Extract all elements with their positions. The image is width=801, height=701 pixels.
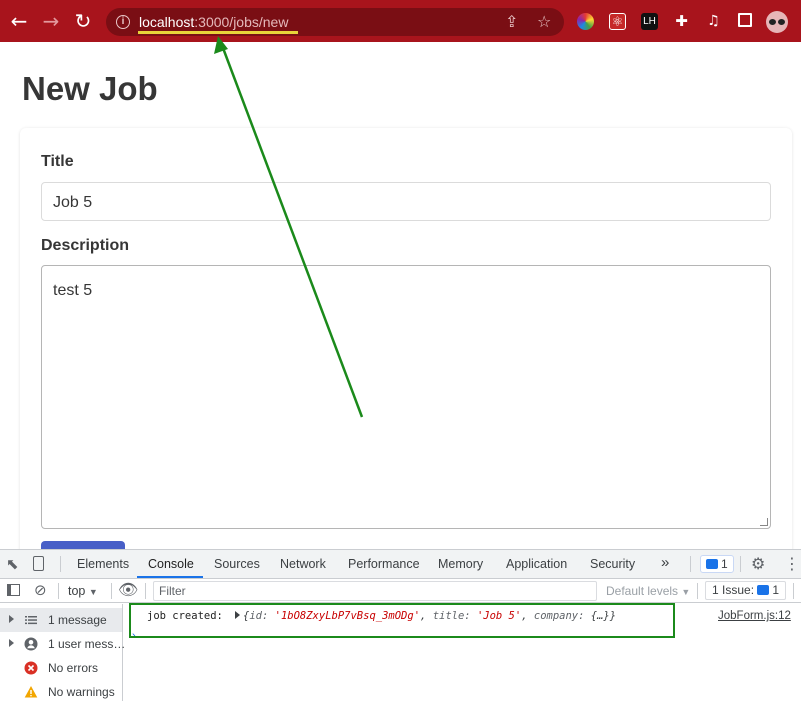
log-levels-dropdown[interactable]: Default levels ▼ — [606, 584, 690, 598]
console-highlight-annotation — [129, 603, 675, 638]
expand-arrow-icon[interactable] — [9, 615, 14, 623]
tab-elements[interactable]: Elements — [77, 557, 129, 571]
console-sidebar: 1 message 1 user mess… No errors No warn… — [0, 604, 126, 701]
profile-avatar[interactable] — [766, 11, 788, 33]
site-info-icon[interactable]: i — [116, 15, 130, 29]
inspect-element-icon[interactable]: ⬉ — [6, 555, 19, 573]
back-arrow-icon[interactable]: ← — [8, 10, 30, 32]
url-host: localhost — [139, 14, 195, 30]
sidebar-item-label: 1 user mess… — [48, 637, 126, 651]
sidebar-item-user-messages[interactable]: 1 user mess… — [0, 632, 126, 656]
divider — [145, 583, 146, 599]
dropdown-arrow-icon: ▼ — [88, 587, 98, 597]
sidebar-item-label: No warnings — [48, 685, 115, 699]
issues-count: 1 — [772, 583, 780, 597]
divider — [60, 556, 61, 572]
color-extension-icon[interactable] — [577, 13, 594, 30]
sidebar-item-label: No errors — [48, 661, 99, 675]
sidebar-item-label: 1 message — [48, 613, 107, 627]
resize-handle-icon[interactable] — [760, 518, 768, 526]
clear-console-icon[interactable]: ⊘ — [34, 581, 47, 599]
context-label: top — [68, 584, 86, 598]
tab-sources[interactable]: Sources — [214, 557, 260, 571]
forward-arrow-icon[interactable]: → — [40, 10, 62, 32]
sidebar-toggle-icon[interactable] — [7, 584, 20, 596]
sidebar-item-errors[interactable]: No errors — [0, 656, 122, 680]
side-panel-icon[interactable] — [738, 13, 752, 27]
console-toolbar: ⊘ top ▼ 👁 Filter Default levels ▼ 1 Issu… — [0, 579, 801, 603]
bookmark-star-icon[interactable]: ☆ — [537, 12, 551, 32]
devtools-tab-bar: ⬉ Elements Console Sources Network Perfo… — [0, 550, 801, 579]
description-textarea[interactable]: test 5 — [41, 265, 771, 529]
active-tab-indicator — [137, 576, 203, 578]
title-label: Title — [41, 153, 74, 170]
issues-badge[interactable]: 1 — [700, 555, 734, 573]
description-text: test 5 — [53, 282, 93, 299]
page-title: New Job — [22, 70, 158, 107]
tab-application[interactable]: Application — [506, 557, 567, 571]
share-icon[interactable]: ⇪ — [505, 12, 518, 32]
reload-icon[interactable]: ↻ — [72, 10, 94, 32]
divider — [740, 556, 741, 572]
divider — [690, 556, 691, 572]
device-toolbar-icon[interactable] — [33, 556, 44, 571]
filter-input[interactable]: Filter — [153, 581, 597, 601]
dropdown-arrow-icon: ▼ — [681, 587, 691, 597]
url-path: :3000/jobs/new — [194, 14, 289, 30]
tab-performance[interactable]: Performance — [348, 557, 420, 571]
message-icon — [706, 559, 718, 569]
issues-label: 1 Issue: — [712, 583, 755, 597]
devtools-menu-icon[interactable]: ⋮ — [784, 554, 800, 573]
issues-button[interactable]: 1 Issue: 1 — [705, 581, 787, 600]
expand-arrow-icon[interactable] — [9, 639, 14, 647]
url-underline-annotation — [138, 31, 298, 34]
react-devtools-extension-icon[interactable]: ⚛ — [609, 13, 626, 30]
url-text[interactable]: localhost:3000/jobs/new — [139, 14, 288, 30]
divider — [111, 583, 112, 599]
log-source-link[interactable]: JobForm.js:12 — [718, 610, 791, 622]
context-selector[interactable]: top ▼ — [68, 584, 98, 598]
browser-toolbar: ← → ↻ i localhost:3000/jobs/new ⇪ ☆ ⚛ LH… — [0, 0, 801, 42]
divider — [58, 583, 59, 599]
menu-dots-icon[interactable]: ⋮ — [795, 7, 801, 30]
tab-security[interactable]: Security — [590, 557, 635, 571]
extensions-puzzle-icon[interactable]: ✚ — [673, 13, 690, 30]
list-icon — [24, 613, 38, 627]
description-label: Description — [41, 237, 130, 254]
message-icon — [757, 585, 770, 595]
more-tabs-chevron-icon[interactable]: » — [661, 554, 669, 571]
user-icon — [24, 637, 38, 651]
sidebar-item-messages[interactable]: 1 message — [0, 608, 122, 632]
media-playlist-icon[interactable]: ♫ — [705, 13, 722, 30]
tab-memory[interactable]: Memory — [438, 557, 483, 571]
screen: ← → ↻ i localhost:3000/jobs/new ⇪ ☆ ⚛ LH… — [0, 0, 801, 701]
tab-console[interactable]: Console — [148, 557, 194, 571]
sidebar-item-warnings[interactable]: No warnings — [0, 680, 122, 701]
lighthouse-extension-icon[interactable]: LH — [641, 13, 658, 30]
live-expression-eye-icon[interactable]: 👁 — [118, 580, 138, 599]
log-levels-label: Default levels — [606, 584, 679, 598]
warning-icon — [24, 685, 38, 699]
settings-gear-icon[interactable]: ⚙ — [751, 554, 765, 573]
error-icon — [24, 661, 38, 675]
divider — [697, 583, 698, 599]
title-input[interactable]: Job 5 — [41, 182, 771, 221]
divider — [793, 583, 794, 599]
tab-network[interactable]: Network — [280, 557, 326, 571]
issues-badge-count: 1 — [721, 557, 728, 571]
